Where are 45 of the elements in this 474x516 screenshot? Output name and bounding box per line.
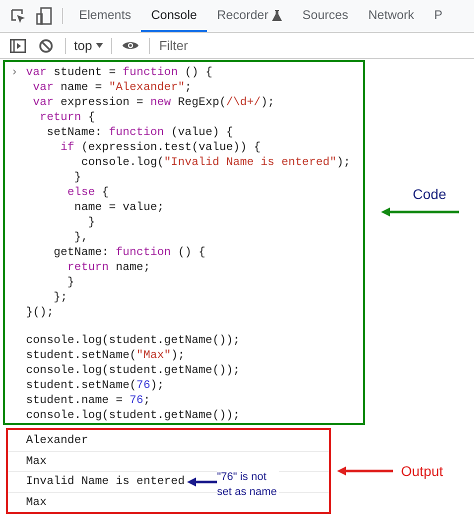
code-line: } (73, 170, 82, 185)
code-line: getName: function () { (52, 245, 206, 260)
panel-tab[interactable]: Network (358, 0, 424, 32)
annotation-arrow (337, 466, 393, 476)
code-line: var student = function () { (26, 65, 212, 80)
panel-tab[interactable]: P (424, 0, 452, 32)
console-output: Invalid Name is entered (26, 474, 185, 490)
code-line: } (66, 275, 74, 290)
code-line: student.setName(76); (26, 378, 164, 393)
panel-tab[interactable]: Sources (292, 0, 358, 32)
prompt-chevron: › (11, 66, 18, 79)
inspect-icon[interactable] (10, 8, 26, 24)
code-line: } (87, 215, 96, 230)
device-icon[interactable] (36, 7, 52, 25)
context-selector[interactable]: top (66, 36, 112, 56)
eye-icon[interactable] (122, 40, 140, 51)
code-line: console.log(student.getName()); (26, 333, 240, 348)
console-output: Max (26, 454, 47, 470)
clear-icon[interactable] (39, 38, 53, 52)
code-line: student.name = 76; (26, 393, 150, 408)
code-line: }, (73, 230, 88, 245)
code-line: var expression = new RegExp(/\d+/); (32, 95, 274, 110)
code-line: setName: function (value) { (46, 125, 234, 140)
code-line: name = value; (73, 200, 164, 215)
code-line: student.setName("Max"); (26, 348, 185, 363)
code-line: }; (52, 290, 68, 305)
code-annotation: Code (412, 185, 446, 204)
panel-tab[interactable]: Console (141, 0, 207, 32)
code-line: console.log(student.getName()); (26, 408, 240, 423)
code-line: console.log("Invalid Name is entered"); (80, 155, 350, 170)
panel-tab[interactable]: Recorder (206, 0, 292, 32)
console-output: Max (26, 494, 47, 511)
code-line: var name = "Alexander"; (32, 80, 192, 95)
console-output: Alexander (26, 432, 88, 449)
dropdown-caret-icon (96, 43, 104, 48)
note-arrow (186, 476, 217, 487)
code-line: console.log(student.getName()); (26, 363, 240, 378)
code-line: else { (66, 185, 109, 200)
code-line: return { (38, 110, 96, 125)
output-annotation: Output (401, 462, 444, 481)
code-line: if (expression.test(value)) { (60, 140, 261, 155)
code-line: }(); (26, 305, 54, 320)
panel-tab[interactable]: Elements (69, 0, 142, 32)
sidebar-toggle-icon[interactable] (10, 38, 26, 52)
code-line: return name; (66, 260, 150, 275)
